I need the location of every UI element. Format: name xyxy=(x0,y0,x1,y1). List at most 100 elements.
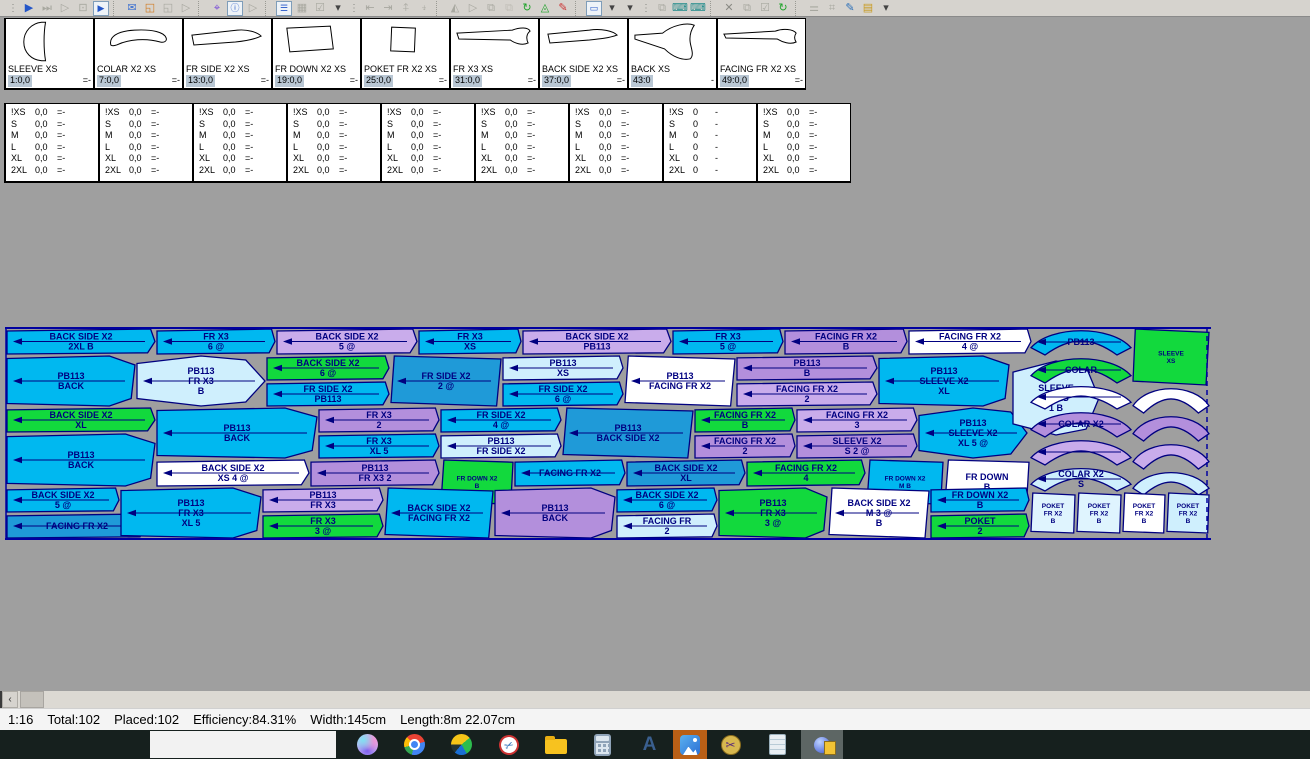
refresh-icon[interactable]: ↻ xyxy=(775,1,791,16)
list-icon[interactable]: ☰ xyxy=(276,1,292,16)
piece-card-fr-down-x2-xs[interactable]: FR DOWN X2 XS 19:0,0 =- xyxy=(272,18,361,90)
marker-piece[interactable]: PB113XS xyxy=(503,356,623,380)
ungroup-icon[interactable]: ⧉ xyxy=(501,1,517,16)
piece-id[interactable]: 13:0,0 xyxy=(186,75,215,87)
piece-card-fr-x3-xs[interactable]: FR X3 XS 31:0,0 =- xyxy=(450,18,539,90)
taskbar-file-explorer[interactable] xyxy=(532,730,579,759)
piece-id[interactable]: 25:0,0 xyxy=(364,75,393,87)
marker-piece[interactable]: PB113FR SIDE X2 xyxy=(441,434,561,458)
taskbar-media-player[interactable] xyxy=(438,730,485,759)
marker-piece[interactable]: BACK SIDE X25 @ xyxy=(7,488,119,512)
check-list-icon[interactable]: ☑ xyxy=(312,1,328,16)
marker-piece[interactable] xyxy=(1031,441,1131,465)
piece-id[interactable]: 37:0,0 xyxy=(542,75,571,87)
select-tool-icon[interactable]: ▭ xyxy=(586,1,602,16)
align-right-icon[interactable]: ⇥ xyxy=(380,1,396,16)
piece-card-poket-fr-x2-xs[interactable]: POKET FR X2 XS 25:0,0 =- xyxy=(361,18,450,90)
plot-icon[interactable]: ⌗ xyxy=(824,1,840,16)
marker-piece[interactable] xyxy=(1133,417,1209,441)
piece-card-colar-x2-xs[interactable]: COLAR X2 XS 7:0,0 =- xyxy=(94,18,183,90)
marker-piece[interactable] xyxy=(1133,389,1209,413)
step-icon[interactable]: ▷ xyxy=(57,1,73,16)
marker-piece[interactable]: FACING FR X2 xyxy=(515,460,625,486)
play-alt-icon[interactable]: ▷ xyxy=(245,1,261,16)
marker-piece[interactable]: PB113FR X3 xyxy=(263,488,383,512)
taskbar-calculator[interactable] xyxy=(579,730,626,759)
piece-id[interactable]: 1:0,0 xyxy=(8,75,32,87)
taskbar-snipping-tool[interactable]: ✂ xyxy=(485,730,532,759)
close-icon[interactable]: ✕ xyxy=(721,1,737,16)
marker-piece[interactable]: BACK SIDE X2M 3 @B xyxy=(829,488,929,538)
run-box-icon[interactable]: ▶ xyxy=(93,1,109,16)
piece-id[interactable]: 49:0,0 xyxy=(720,75,749,87)
marker-piece[interactable]: PB113FR X3B xyxy=(137,356,265,406)
marker-piece[interactable]: PB113FR X33 @ xyxy=(719,488,827,538)
zoom-tool-icon[interactable]: ⌖ xyxy=(209,1,225,16)
monitor-icon[interactable]: ⧉ xyxy=(739,1,755,16)
marker-piece[interactable]: PB113FACING FR X2 xyxy=(625,356,735,406)
marker-piece[interactable]: FACING FR X24 xyxy=(747,460,865,486)
piece-id[interactable]: 19:0,0 xyxy=(275,75,304,87)
marker-piece[interactable]: FACING FR X24 @ xyxy=(909,329,1031,354)
marker-piece[interactable]: FR X35 @ xyxy=(673,329,783,354)
marker-piece[interactable]: FACING FR2 xyxy=(617,514,717,538)
piece-id[interactable]: 31:0,0 xyxy=(453,75,482,87)
taskbar-word-a[interactable]: A xyxy=(626,730,673,759)
marker-piece[interactable]: BACK SIDE X2FACING FR X2 xyxy=(385,488,493,538)
open-marker-icon[interactable]: ✉ xyxy=(124,1,140,16)
align-bottom-icon[interactable]: ⍖ xyxy=(416,1,432,16)
marker-piece[interactable]: FR X3XL 5 xyxy=(319,434,439,458)
grid-icon[interactable]: ▦ xyxy=(294,1,310,16)
marker-piece[interactable]: FR X33 @ xyxy=(263,514,383,538)
marker-piece[interactable]: POKETFR X2B xyxy=(1123,493,1165,533)
scroll-left-button[interactable]: ‹ xyxy=(2,691,18,708)
marker-canvas[interactable]: BACK SIDE X22XL BFR X36 @BACK SIDE X25 @… xyxy=(5,327,1211,540)
marker-piece[interactable]: SLEEVE X2S 2 @ xyxy=(797,434,917,458)
window-icon[interactable]: ⧉ xyxy=(654,1,670,16)
marker-piece[interactable]: PB113BACK xyxy=(7,356,135,406)
marker-piece[interactable]: FR SIDE X26 @ xyxy=(503,382,623,406)
marker-piece[interactable]: PB113FR X3XL 5 xyxy=(121,488,261,538)
taskbar-notepad[interactable] xyxy=(754,730,801,759)
marker-drawing[interactable]: BACK SIDE X22XL BFR X36 @BACK SIDE X25 @… xyxy=(5,327,1211,540)
taskbar-scissors-app[interactable]: ✂ xyxy=(707,730,754,759)
marker-piece[interactable]: BACK SIDE X2XL xyxy=(7,408,155,432)
measure-icon[interactable]: ✎ xyxy=(555,1,571,16)
piece-id[interactable]: 7:0,0 xyxy=(97,75,121,87)
marker-piece[interactable]: FACING FR X22 xyxy=(695,434,795,458)
copy-piece-icon[interactable]: ◱ xyxy=(142,1,158,16)
align-left-icon[interactable]: ⇤ xyxy=(362,1,378,16)
run-restart-icon[interactable]: ⏭ xyxy=(39,1,55,16)
marker-piece[interactable]: SLEEVEXS xyxy=(1133,329,1209,385)
marker-piece[interactable]: FR DOWN X2B xyxy=(931,488,1029,512)
marker-piece[interactable]: PB113SLEEVE X2XL 5 @ xyxy=(919,408,1027,458)
rotate-piece-icon[interactable]: ▷ xyxy=(465,1,481,16)
marker-piece[interactable]: PB113B xyxy=(737,356,877,380)
marker-piece[interactable]: BACK SIDE X22XL B xyxy=(7,329,155,354)
marker-piece[interactable]: POKETFR X2B xyxy=(1077,493,1121,533)
marker-piece[interactable]: BACK SIDE X2XS 4 @ xyxy=(157,460,309,486)
marker-piece[interactable]: PB113BACK xyxy=(7,434,155,486)
dropdown-arrow-icon[interactable]: ▾ xyxy=(878,1,894,16)
piece-card-back-xs[interactable]: BACK XS 43:0 - xyxy=(628,18,717,90)
run-icon[interactable]: ▶ xyxy=(21,1,37,16)
marker-piece[interactable]: BACK SIDE X26 @ xyxy=(617,488,717,512)
marker-piece[interactable] xyxy=(1133,473,1209,495)
rotate-icon[interactable]: ↻ xyxy=(519,1,535,16)
table-icon[interactable]: ⚌ xyxy=(806,1,822,16)
marker-piece[interactable]: FR SIDE X22 @ xyxy=(391,356,501,406)
marker-piece[interactable]: FACING FR X23 xyxy=(797,408,917,432)
marker-piece[interactable]: FACING FR X22 xyxy=(737,382,877,406)
marker-piece[interactable]: FACING FR X2B xyxy=(785,329,907,354)
marker-piece[interactable]: PB113SLEEVE X2XL xyxy=(879,356,1009,406)
taskbar-marker-app[interactable] xyxy=(801,730,843,759)
tilt-icon[interactable]: ◬ xyxy=(537,1,553,16)
copy-pieces-icon[interactable]: ◱ xyxy=(160,1,176,16)
play-small-icon[interactable]: ▷ xyxy=(178,1,194,16)
piece-card-facing-fr-x2-xs[interactable]: FACING FR X2 XS 49:0,0 =- xyxy=(717,18,806,90)
dropdown-arrow-icon[interactable]: ▾ xyxy=(330,1,346,16)
marker-piece[interactable]: BACK SIDE X26 @ xyxy=(267,356,389,380)
marker-piece[interactable]: BACK SIDE X2XL xyxy=(627,460,745,486)
notes-icon[interactable]: ▤ xyxy=(860,1,876,16)
marker-piece[interactable]: FR X3XS xyxy=(419,329,521,354)
